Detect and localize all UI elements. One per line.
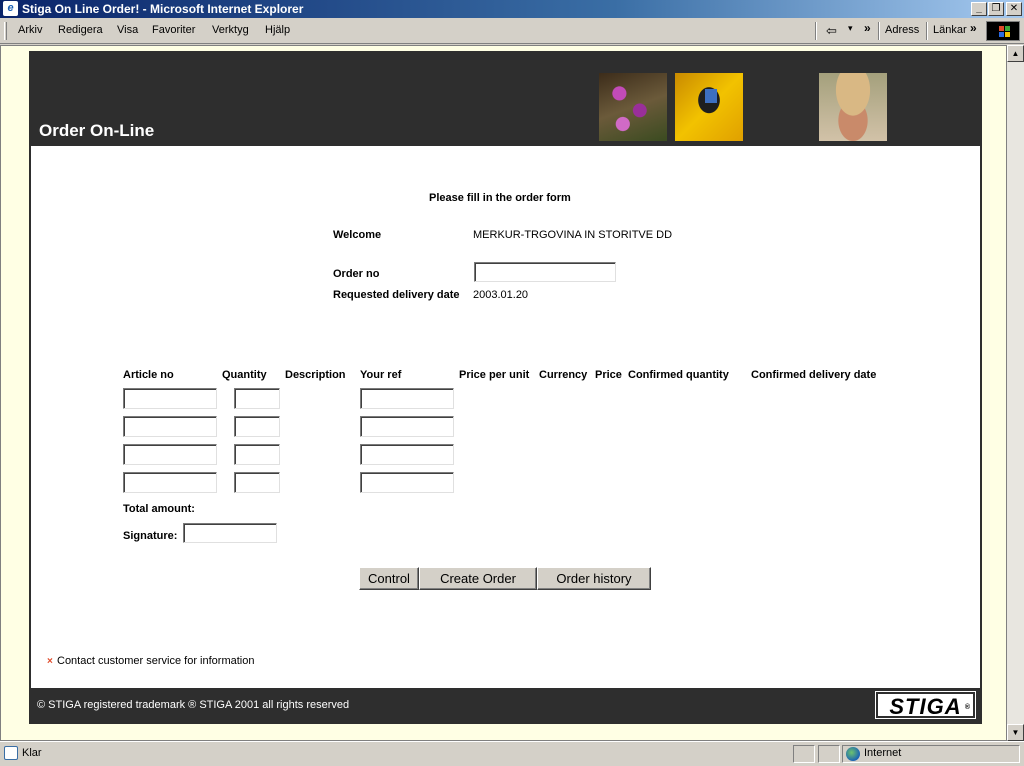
restore-button[interactable]: ❐ bbox=[988, 2, 1004, 16]
toolbar-grip[interactable] bbox=[4, 22, 7, 40]
toolbar-separator bbox=[926, 22, 928, 40]
address-label[interactable]: Adress bbox=[885, 24, 919, 36]
welcome-value: MERKUR-TRGOVINA IN STORITVE DD bbox=[473, 229, 673, 241]
menu-item-favoriter[interactable]: Favoriter bbox=[152, 24, 195, 36]
quantity-input[interactable] bbox=[234, 416, 280, 437]
links-chevron-icon[interactable]: » bbox=[970, 21, 977, 35]
stiga-logo-text: STIGA bbox=[889, 694, 962, 719]
menu-bar: Arkiv Redigera Visa Favoriter Verktyg Hj… bbox=[0, 18, 1024, 44]
vertical-scrollbar[interactable]: ▲ ▼ bbox=[1007, 45, 1024, 741]
your-ref-input[interactable] bbox=[360, 444, 454, 465]
order-no-label: Order no bbox=[333, 268, 380, 280]
signature-label: Signature: bbox=[123, 530, 178, 542]
links-label[interactable]: Länkar bbox=[933, 24, 967, 36]
toolbar-separator bbox=[878, 22, 880, 40]
menu-item-verktyg[interactable]: Verktyg bbox=[212, 24, 249, 36]
welcome-label: Welcome bbox=[333, 229, 382, 241]
col-header-quantity: Quantity bbox=[222, 369, 267, 381]
article-no-input[interactable] bbox=[123, 388, 217, 409]
status-panel bbox=[793, 745, 815, 763]
close-button[interactable]: ✕ bbox=[1006, 2, 1022, 16]
stiga-logo: STIGA ® bbox=[875, 691, 976, 719]
back-arrow-icon[interactable]: ⇦ bbox=[826, 23, 837, 39]
menu-item-hjalp[interactable]: Hjälp bbox=[265, 24, 290, 36]
security-zone-text: Internet bbox=[864, 747, 902, 759]
col-header-article-no: Article no bbox=[123, 369, 174, 381]
browser-viewport: e Order On-Line Please fill in the order… bbox=[0, 45, 1007, 741]
form-instruction: Please fill in the order form bbox=[429, 192, 571, 204]
page-title: Order On-Line bbox=[39, 121, 155, 140]
article-no-input[interactable] bbox=[123, 444, 217, 465]
col-header-currency: Currency bbox=[539, 369, 588, 381]
contact-info-text: Contact customer service for information bbox=[57, 655, 255, 667]
col-header-price: Price bbox=[595, 369, 622, 381]
col-header-description: Description bbox=[285, 369, 346, 381]
quantity-input[interactable] bbox=[234, 472, 280, 493]
toolbar-separator bbox=[815, 22, 817, 40]
control-button[interactable]: Control bbox=[359, 567, 419, 590]
toolbar-chevron-icon[interactable]: » bbox=[864, 21, 871, 35]
col-header-your-ref: Your ref bbox=[360, 369, 402, 381]
delivery-date-value: 2003.01.20 bbox=[473, 289, 529, 301]
window-title: Stiga On Line Order! - Microsoft Interne… bbox=[22, 2, 304, 16]
article-no-input[interactable] bbox=[123, 472, 217, 493]
flowers-photo bbox=[599, 73, 667, 141]
delivery-date-label: Requested delivery date bbox=[333, 289, 460, 301]
page-status-icon bbox=[4, 746, 18, 760]
col-header-confirmed-quantity: Confirmed quantity bbox=[628, 369, 729, 381]
internet-explorer-icon: e bbox=[3, 1, 18, 16]
menu-item-redigera[interactable]: Redigera bbox=[58, 24, 103, 36]
your-ref-input[interactable] bbox=[360, 388, 454, 409]
signature-input[interactable] bbox=[183, 523, 277, 543]
quantity-input[interactable] bbox=[234, 444, 280, 465]
col-header-price-per-unit: Price per unit bbox=[459, 369, 530, 381]
phone-photo bbox=[675, 73, 743, 141]
order-page: Order On-Line Please fill in the order f… bbox=[29, 51, 982, 724]
order-form-panel: Please fill in the order form Welcome ME… bbox=[31, 146, 980, 688]
status-text: Klar bbox=[22, 747, 42, 759]
your-ref-input[interactable] bbox=[360, 472, 454, 493]
scroll-down-arrow-icon[interactable]: ▼ bbox=[1007, 724, 1024, 741]
window-title-bar[interactable]: e Stiga On Line Order! - Microsoft Inter… bbox=[0, 0, 1024, 18]
windows-logo-icon bbox=[986, 21, 1020, 41]
total-amount-label: Total amount: bbox=[123, 503, 195, 515]
menu-item-visa[interactable]: Visa bbox=[117, 24, 138, 36]
scroll-up-arrow-icon[interactable]: ▲ bbox=[1007, 45, 1024, 62]
quantity-input[interactable] bbox=[234, 388, 280, 409]
internet-globe-icon bbox=[846, 747, 860, 761]
order-history-button[interactable]: Order history bbox=[537, 567, 651, 590]
footer-copyright: © STIGA registered trademark ® STIGA 200… bbox=[37, 699, 350, 711]
status-panel bbox=[818, 745, 840, 763]
status-bar: Klar Internet bbox=[0, 741, 1024, 766]
woman-photo bbox=[819, 73, 887, 141]
col-header-confirmed-delivery-date: Confirmed delivery date bbox=[751, 369, 877, 381]
contact-bullet-icon: × bbox=[47, 656, 53, 667]
create-order-button[interactable]: Create Order bbox=[419, 567, 537, 590]
article-no-input[interactable] bbox=[123, 416, 217, 437]
order-no-input[interactable] bbox=[474, 262, 616, 282]
back-dropdown-icon[interactable]: ▾ bbox=[848, 23, 853, 34]
registered-mark: ® bbox=[964, 704, 971, 711]
your-ref-input[interactable] bbox=[360, 416, 454, 437]
menu-item-arkiv[interactable]: Arkiv bbox=[18, 24, 42, 36]
minimize-button[interactable]: _ bbox=[971, 2, 987, 16]
